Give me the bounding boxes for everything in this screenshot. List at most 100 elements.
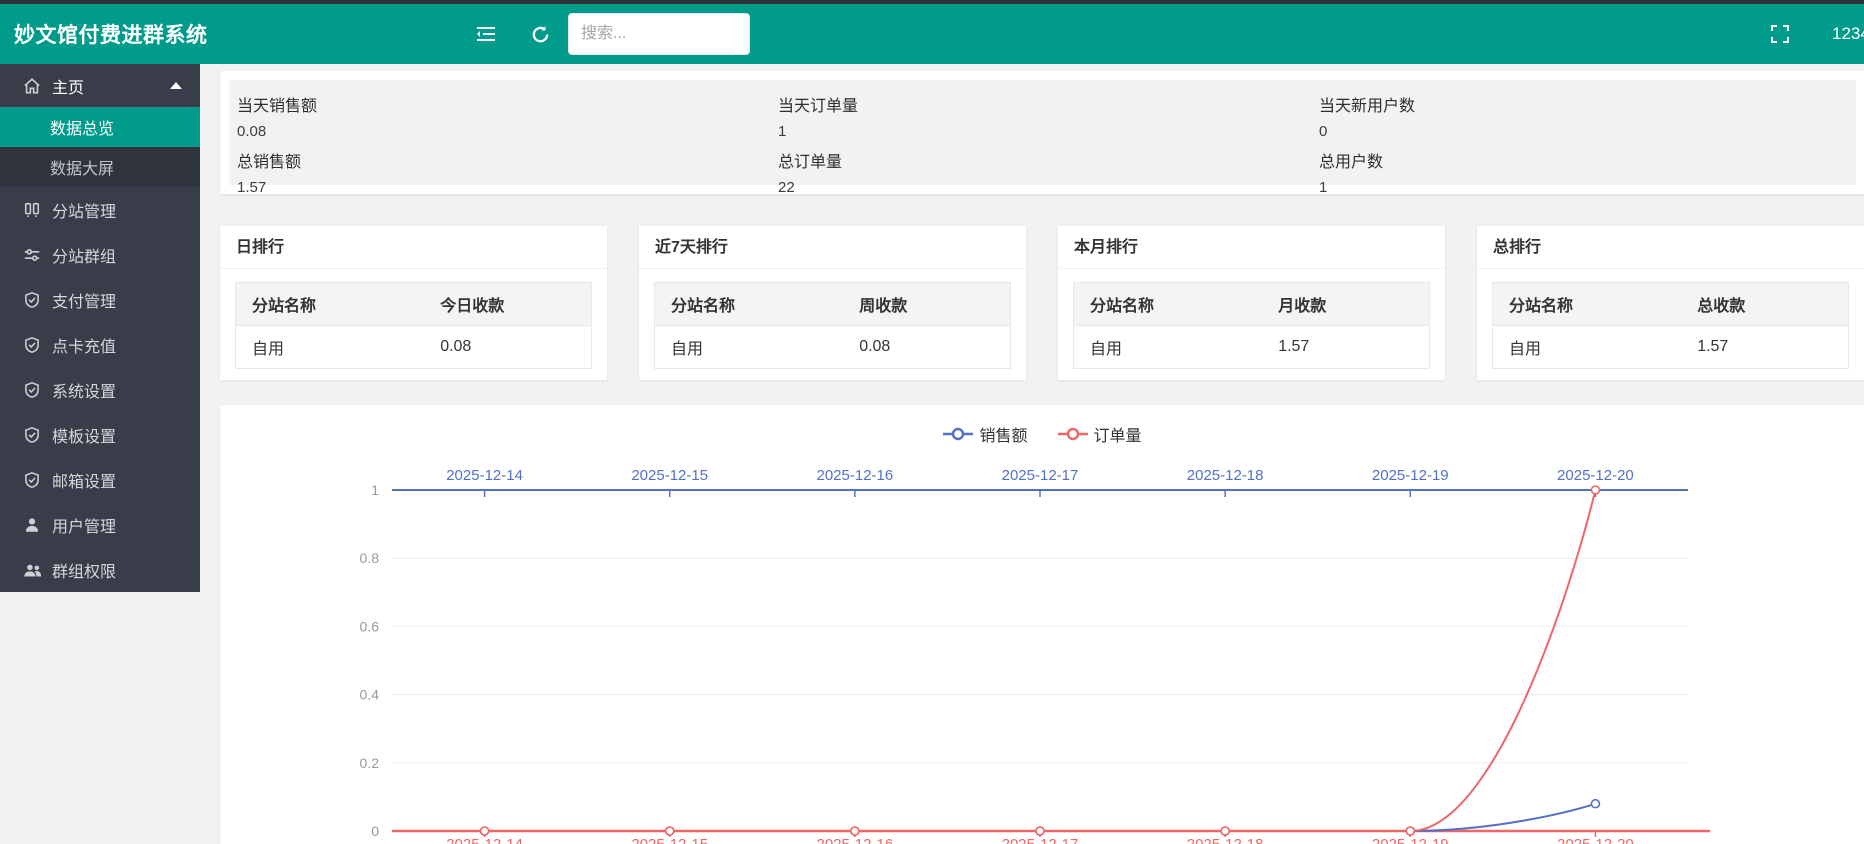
- refresh-icon[interactable]: [522, 16, 558, 52]
- line-circle-icon: [1058, 427, 1088, 441]
- rank-table: 分站名称 今日收款 自用 0.08: [235, 282, 592, 369]
- legend-item-orders[interactable]: 订单量: [1058, 422, 1142, 446]
- stat-value: 0.08: [237, 123, 778, 140]
- svg-text:2025-12-16: 2025-12-16: [816, 467, 893, 484]
- stat-value: 1.57: [237, 179, 778, 196]
- sidebar-item-site-groups[interactable]: 分站群组: [0, 232, 200, 277]
- sidebar-nav: 主页 数据总览 数据大屏 分站管理: [0, 64, 200, 592]
- svg-text:2025-12-15: 2025-12-15: [631, 836, 708, 844]
- shield-check-icon: [22, 470, 42, 490]
- rank-card-total: 总排行 分站名称 总收款 自用 1.57: [1477, 226, 1864, 380]
- chevron-up-icon: [170, 82, 182, 89]
- svg-text:2025-12-16: 2025-12-16: [816, 836, 893, 844]
- sidebar-item-label: 支付管理: [52, 288, 116, 312]
- sidebar-item-template-settings[interactable]: 模板设置: [0, 412, 200, 457]
- stat-total-sales: 总销售额 1.57: [237, 148, 778, 204]
- sidebar-item-label: 分站群组: [52, 243, 116, 267]
- svg-text:2025-12-15: 2025-12-15: [631, 467, 708, 484]
- cell-site-name: 自用: [655, 326, 844, 369]
- sidebar-item-label: 邮箱设置: [52, 468, 116, 492]
- stat-today-new-users: 当天新用户数 0: [1319, 92, 1848, 148]
- cell-site-name: 自用: [1074, 326, 1263, 369]
- svg-text:0.6: 0.6: [360, 618, 380, 634]
- sidebar-item-data-screen[interactable]: 数据大屏: [0, 147, 200, 187]
- legend-item-sales[interactable]: 销售额: [943, 422, 1027, 446]
- stat-label: 当天销售额: [237, 92, 778, 116]
- stat-label: 当天订单量: [778, 92, 1319, 116]
- stat-today-orders: 当天订单量 1: [778, 92, 1319, 148]
- rank-card-title: 本月排行: [1058, 226, 1445, 269]
- legend-label: 订单量: [1094, 422, 1142, 446]
- sidebar-item-label: 点卡充值: [52, 333, 116, 357]
- sidebar-item-mailbox-settings[interactable]: 邮箱设置: [0, 457, 200, 502]
- stat-label: 总订单量: [778, 148, 1319, 172]
- line-circle-icon: [943, 427, 973, 441]
- rank-card-daily: 日排行 分站名称 今日收款 自用 0.08: [220, 226, 607, 380]
- cell-amount: 1.57: [1262, 326, 1429, 369]
- sidebar-item-data-overview[interactable]: 数据总览: [0, 107, 200, 147]
- svg-text:1: 1: [371, 482, 379, 498]
- sidebar-item-group-permissions[interactable]: 群组权限: [0, 547, 200, 592]
- column-header: 今日收款: [424, 283, 591, 326]
- column-header: 分站名称: [1074, 283, 1263, 326]
- cell-site-name: 自用: [236, 326, 425, 369]
- rank-card-title: 近7天排行: [639, 226, 1026, 269]
- svg-text:0.4: 0.4: [360, 687, 380, 703]
- cell-amount: 1.57: [1681, 326, 1848, 369]
- rank-card-title: 总排行: [1477, 226, 1864, 269]
- menu-collapse-icon[interactable]: [468, 16, 504, 52]
- sidebar-item-label: 系统设置: [52, 378, 116, 402]
- table-row: 自用 0.08: [655, 326, 1011, 369]
- cell-amount: 0.08: [424, 326, 591, 369]
- shield-check-icon: [22, 425, 42, 445]
- stat-total-users: 总用户数 1: [1319, 148, 1848, 204]
- sliders-icon: [22, 245, 42, 265]
- stat-value: 0: [1319, 123, 1848, 140]
- stat-value: 1: [1319, 179, 1848, 196]
- svg-text:2025-12-20: 2025-12-20: [1557, 467, 1634, 484]
- stats-summary-card: 当天销售额 0.08 当天订单量 1 当天新用户数 0 总销售额 1.57 总订…: [220, 71, 1864, 194]
- sidebar-item-system-settings[interactable]: 系统设置: [0, 367, 200, 412]
- svg-text:0.8: 0.8: [360, 550, 380, 566]
- shield-check-icon: [22, 290, 42, 310]
- svg-text:2025-12-18: 2025-12-18: [1187, 836, 1264, 844]
- username[interactable]: 12345: [1832, 4, 1864, 64]
- svg-text:0: 0: [371, 823, 379, 839]
- sidebar-item-label: 数据总览: [50, 115, 114, 139]
- svg-text:0.2: 0.2: [360, 755, 380, 771]
- svg-text:2025-12-14: 2025-12-14: [446, 467, 523, 484]
- sidebar-item-label: 用户管理: [52, 513, 116, 537]
- column-header: 周收款: [843, 283, 1010, 326]
- rank-table: 分站名称 总收款 自用 1.57: [1492, 282, 1849, 369]
- table-row: 自用 1.57: [1074, 326, 1430, 369]
- user-icon: [22, 515, 42, 535]
- sidebar-item-payment-management[interactable]: 支付管理: [0, 277, 200, 322]
- sidebar-item-site-management[interactable]: 分站管理: [0, 187, 200, 232]
- header-bar: 妙文馆付费进群系统 12345: [0, 4, 1864, 64]
- rank-card-title: 日排行: [220, 226, 607, 269]
- stat-value: 22: [778, 179, 1319, 196]
- sidebar-item-label: 群组权限: [52, 558, 116, 582]
- rank-table: 分站名称 周收款 自用 0.08: [654, 282, 1011, 369]
- stat-value: 1: [778, 123, 1319, 140]
- sidebar-item-home[interactable]: 主页: [0, 64, 200, 107]
- rank-card-week: 近7天排行 分站名称 周收款 自用 0.08: [639, 226, 1026, 380]
- svg-text:2025-12-19: 2025-12-19: [1372, 467, 1449, 484]
- svg-text:2025-12-17: 2025-12-17: [1002, 836, 1079, 844]
- svg-text:2025-12-18: 2025-12-18: [1187, 467, 1264, 484]
- cell-amount: 0.08: [843, 326, 1010, 369]
- sidebar-item-user-management[interactable]: 用户管理: [0, 502, 200, 547]
- column-header: 总收款: [1681, 283, 1848, 326]
- app-window: 妙文馆付费进群系统 12345: [0, 0, 1864, 844]
- fullscreen-icon[interactable]: [1762, 16, 1798, 52]
- sidebar-item-label: 数据大屏: [50, 155, 114, 179]
- app-title: 妙文馆付费进群系统: [0, 19, 208, 49]
- shield-check-icon: [22, 335, 42, 355]
- table-row: 自用 0.08: [236, 326, 592, 369]
- home-icon: [22, 76, 42, 96]
- search-input[interactable]: [569, 14, 749, 54]
- sidebar-item-label: 主页: [52, 74, 84, 98]
- sidebar-item-card-recharge[interactable]: 点卡充值: [0, 322, 200, 367]
- stat-label: 总销售额: [237, 148, 778, 172]
- sales-orders-chart-card: 销售额 订单量 0 0.2 0.4 0.6 0.8 1 2025-12-14 2025-12-…: [220, 405, 1864, 844]
